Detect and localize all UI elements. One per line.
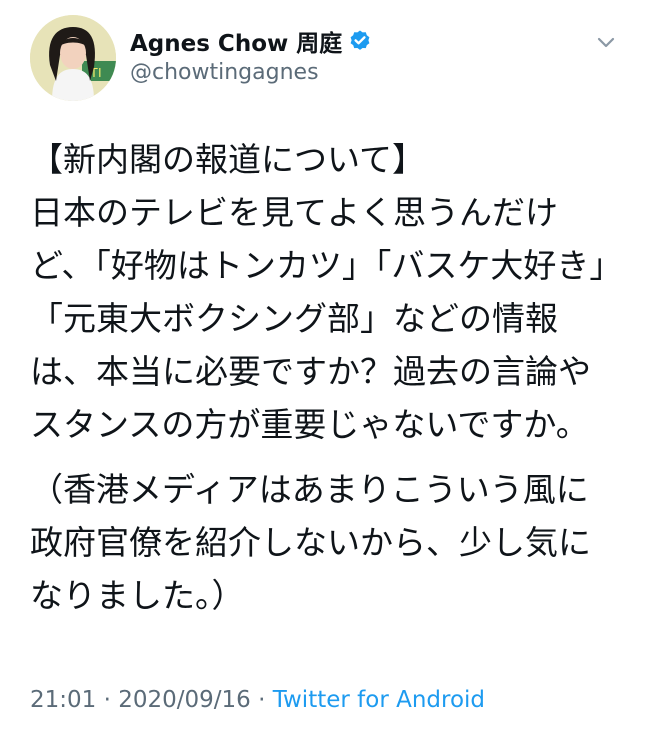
chevron-down-icon[interactable] [592, 28, 620, 56]
tweet-text: 【新内閣の報道について】 日本のテレビを見てよく思うんだけど、「好物はトンカツ」… [30, 133, 620, 622]
avatar[interactable]: TI [30, 15, 116, 101]
verified-badge-icon [348, 29, 372, 53]
meta-separator: · [103, 687, 111, 713]
user-handle[interactable]: @chowtingagnes [130, 60, 319, 85]
tweet-date[interactable]: 2020/09/16 [118, 687, 251, 713]
name-row: Agnes Chow 周庭 [130, 24, 372, 58]
tweet-time[interactable]: 21:01 [30, 687, 96, 713]
display-name[interactable]: Agnes Chow 周庭 [130, 24, 342, 58]
meta-separator: · [258, 687, 266, 713]
tweet-meta: 21:01 · 2020/09/16 · Twitter for Android [30, 687, 485, 713]
tweet-header: TI Agnes Chow 周庭 @chowtingagnes [0, 0, 645, 110]
avatar-image: TI [30, 15, 116, 101]
tweet-paragraph: 【新内閣の報道について】 日本のテレビを見てよく思うんだけど、「好物はトンカツ」… [30, 140, 606, 444]
tweet-source-link[interactable]: Twitter for Android [273, 687, 485, 713]
tweet-paragraph: （香港メディアはあまりこういう風に政府官僚を紹介しないから、少し気になりました。… [30, 470, 591, 615]
